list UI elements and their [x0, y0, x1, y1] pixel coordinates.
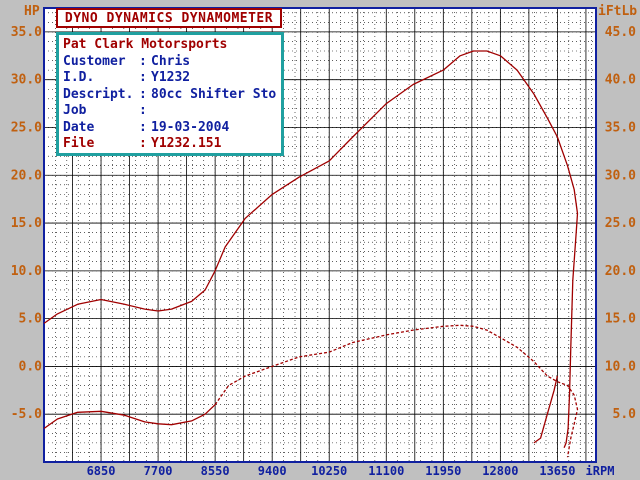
x-axis-unit: iRPM [586, 464, 615, 478]
left-axis-ticks: -5.0 0.0 5.0 10.0 15.0 20.0 25.0 30.0 35.0 [11, 25, 42, 422]
right-tick-label: 40.0 [605, 73, 636, 88]
x-tick-label: 13650 [539, 464, 575, 478]
info-row-date: Date:19-03-2004 [63, 119, 230, 135]
right-tick-label: 15.0 [605, 312, 636, 327]
left-axis-unit: HP [24, 4, 40, 19]
info-row-file: File: Y1232.151 [63, 136, 222, 151]
right-tick-label: 5.0 [613, 407, 637, 422]
right-tick-label: 35.0 [605, 120, 636, 135]
info-row-job: Job: [63, 103, 147, 118]
info-row-id: I.D.: Y1232 [63, 70, 191, 85]
x-tick-label: 11950 [425, 464, 461, 478]
left-tick-label: 25.0 [11, 120, 42, 135]
info-panel: Pat Clark Motorsports Customer: Chris I.D… [56, 32, 284, 156]
left-tick-label: 15.0 [11, 216, 42, 231]
chart-title-box: DYNO DYNAMICS DYNAMOMETER [56, 8, 282, 28]
info-row-customer: Customer: Chris [63, 53, 191, 69]
x-tick-label: 9400 [258, 464, 287, 478]
info-row-description: Descript.:80cc Shifter Sto [63, 86, 277, 102]
left-tick-label: 20.0 [11, 168, 42, 183]
right-tick-label: 10.0 [605, 359, 636, 374]
right-axis-unit: iFtLb [598, 4, 637, 19]
x-tick-label: 6850 [87, 464, 116, 478]
x-axis-ticks: 6850 7700 8550 9400 10250 11100 11950 12800 1365… [87, 464, 576, 478]
chart-title: DYNO DYNAMICS DYNAMOMETER [64, 10, 274, 26]
right-tick-label: 20.0 [605, 264, 636, 279]
company-name: Pat Clark Motorsports [63, 37, 228, 52]
right-axis-ticks: 5.0 10.0 15.0 20.0 25.0 30.0 35.0 40.0 45.0 [605, 25, 636, 422]
left-tick-label: 10.0 [11, 264, 42, 279]
left-tick-label: -5.0 [11, 407, 42, 422]
x-tick-label: 12800 [482, 464, 518, 478]
left-tick-label: 5.0 [19, 312, 43, 327]
x-tick-label: 11100 [368, 464, 404, 478]
left-tick-label: 0.0 [19, 359, 43, 374]
left-tick-label: 30.0 [11, 73, 42, 88]
x-tick-label: 10250 [311, 464, 347, 478]
x-tick-label: 7700 [144, 464, 173, 478]
right-tick-label: 30.0 [605, 168, 636, 183]
x-tick-label: 8550 [201, 464, 230, 478]
right-tick-label: 45.0 [605, 25, 636, 40]
right-tick-label: 25.0 [605, 216, 636, 231]
left-tick-label: 35.0 [11, 25, 42, 40]
